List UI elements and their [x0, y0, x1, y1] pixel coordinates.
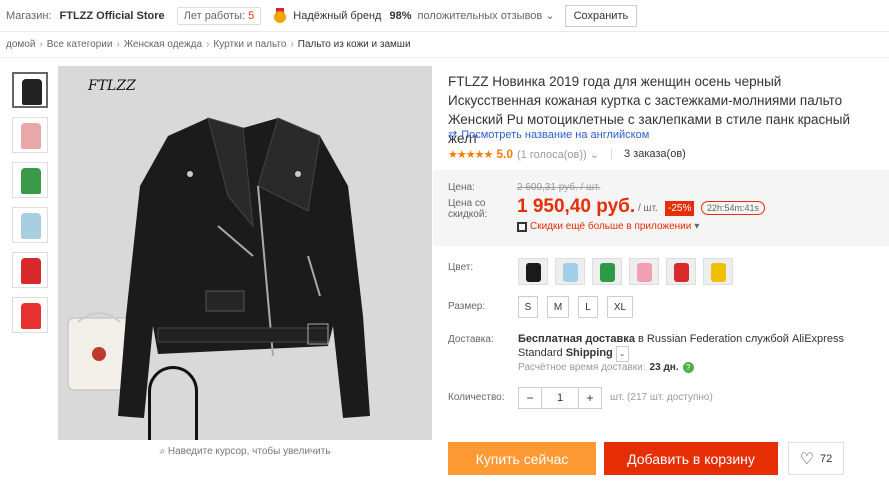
star-rating-icon: ★★★★★: [448, 148, 493, 161]
breadcrumb-all-categories[interactable]: Все категории: [47, 39, 113, 50]
quantity-label: Количество:: [448, 392, 505, 403]
price-unit: / шт.: [638, 203, 658, 214]
size-label: Размер:: [448, 301, 486, 312]
delivery-info: Бесплатная доставка в Russian Federation…: [518, 332, 883, 362]
current-price: 1 950,40 руб.: [517, 196, 636, 217]
delivery-service-tail: Shipping: [565, 347, 613, 359]
color-swatch-pink[interactable]: [629, 258, 659, 285]
votes-dropdown[interactable]: (1 голоса(ов)) ⌄: [517, 148, 599, 161]
thumbnail-red-2[interactable]: [12, 297, 48, 333]
thumbnail-black[interactable]: [12, 72, 48, 108]
countdown-timer: 22h:54m:41s: [701, 201, 766, 215]
eta-value: 23 дн.: [649, 362, 679, 373]
caret-down-icon: ▾: [694, 221, 700, 232]
translate-link-text: Посмотреть название на английском: [461, 128, 650, 141]
size-options: S M L XL: [518, 296, 633, 318]
chevron-down-icon: ⌄: [589, 148, 599, 161]
minus-icon[interactable]: −: [519, 391, 541, 405]
translate-icon: ⇄: [448, 129, 458, 141]
help-icon[interactable]: ?: [682, 362, 694, 373]
heart-icon: ♡: [799, 450, 815, 468]
feedback-label: положительных отзывов: [417, 10, 543, 22]
color-swatches: [518, 258, 733, 285]
size-option-m[interactable]: M: [547, 296, 569, 318]
breadcrumb-home[interactable]: домой: [6, 39, 35, 50]
thumbnail-green[interactable]: [12, 162, 48, 198]
buy-now-button[interactable]: Купить сейчас: [448, 442, 596, 475]
store-label: Магазин:: [6, 9, 52, 22]
color-label: Цвет:: [448, 262, 474, 273]
free-shipping-text: Бесплатная доставка: [518, 333, 635, 345]
store-years-badge: Лет работы: 5: [176, 6, 262, 25]
shipping-options-chevron-icon[interactable]: ⌄: [615, 346, 629, 362]
chevron-right-icon: ›: [290, 38, 294, 50]
chevron-right-icon: ›: [206, 38, 210, 50]
quantity-input[interactable]: 1: [541, 388, 579, 408]
breadcrumb-current: Пальто из кожи и замши: [297, 38, 411, 50]
votes-count: (1 голоса(ов)): [517, 148, 587, 161]
app-promo-text: Скидки ещё больше в приложении: [530, 221, 692, 232]
color-swatch-black[interactable]: [518, 258, 548, 285]
chevron-right-icon: ›: [116, 38, 120, 50]
zoom-hint: ⌕ Наведите курсор, чтобы увеличить: [58, 446, 432, 457]
delivery-label: Доставка:: [448, 334, 494, 345]
color-swatch-light-blue[interactable]: [555, 258, 585, 285]
delivery-eta: Расчётное время доставки: 23 дн. ?: [518, 362, 694, 373]
eta-label: Расчётное время доставки:: [518, 362, 646, 373]
save-store-button[interactable]: Сохранить: [564, 4, 638, 27]
orders-count: 3 заказа(ов): [624, 148, 686, 160]
breadcrumb: домой › Все категории › Женская одежда ›…: [6, 36, 411, 52]
thumbnail-list: [12, 72, 52, 342]
divider: [0, 57, 889, 58]
chevron-right-icon: ›: [39, 38, 43, 50]
search-icon: ⌕: [159, 446, 166, 457]
plus-icon[interactable]: +: [579, 391, 601, 405]
color-swatch-red[interactable]: [666, 258, 696, 285]
chevron-down-icon: ⌄: [545, 10, 555, 22]
app-promo-dropdown[interactable]: Скидки ещё больше в приложении ▾: [517, 221, 699, 232]
medal-icon: [273, 7, 287, 24]
translate-link[interactable]: ⇄ Посмотреть название на английском: [448, 128, 650, 142]
color-swatch-yellow[interactable]: [703, 258, 733, 285]
stock-available: шт. (217 шт. доступно): [610, 392, 713, 403]
discount-price-label: Цена со скидкой:: [448, 198, 488, 220]
wishlist-button[interactable]: ♡ 72: [788, 442, 844, 475]
years-value: 5: [248, 9, 255, 22]
thumbnail-pink[interactable]: [12, 117, 48, 153]
zoom-hint-text: Наведите курсор, чтобы увеличить: [167, 446, 331, 457]
jacket-illustration: [67, 117, 370, 418]
divider: [611, 148, 612, 160]
color-swatch-green[interactable]: [592, 258, 622, 285]
years-label: Лет работы:: [183, 9, 246, 22]
breadcrumb-jackets-coats[interactable]: Куртки и пальто: [213, 39, 286, 50]
main-product-image[interactable]: FTLZZ: [58, 66, 432, 440]
feedback-percent: 98%: [389, 9, 412, 22]
price-label: Цена:: [448, 182, 475, 193]
size-option-l[interactable]: L: [578, 296, 598, 318]
rating-score: 5.0: [496, 147, 513, 161]
thumbnail-light-blue[interactable]: [12, 207, 48, 243]
quantity-stepper: − 1 +: [518, 387, 602, 409]
thumbnail-red[interactable]: [12, 252, 48, 288]
feedback-dropdown[interactable]: положительных отзывов ⌄: [418, 9, 555, 22]
add-to-cart-button[interactable]: Добавить в корзину: [604, 442, 778, 475]
store-name-link[interactable]: FTLZZ Official Store: [60, 10, 165, 22]
breadcrumb-womens-clothing[interactable]: Женская одежда: [124, 39, 202, 50]
rating-row: ★★★★★ 5.0 (1 голоса(ов)) ⌄ 3 заказа(ов): [448, 147, 686, 161]
old-price: 2 600,31 руб. / шт.: [517, 182, 601, 193]
wishlist-count: 72: [820, 452, 833, 465]
qr-code-icon: [517, 221, 527, 232]
trusted-brand-label: Надёжный бренд: [293, 9, 382, 22]
discount-badge: -25%: [665, 201, 695, 216]
size-option-xl[interactable]: XL: [607, 296, 633, 318]
price-box: Цена: 2 600,31 руб. / шт. Цена со скидко…: [433, 170, 889, 246]
store-bar: Магазин: FTLZZ Official Store Лет работы…: [0, 0, 889, 32]
size-option-s[interactable]: S: [518, 296, 538, 318]
